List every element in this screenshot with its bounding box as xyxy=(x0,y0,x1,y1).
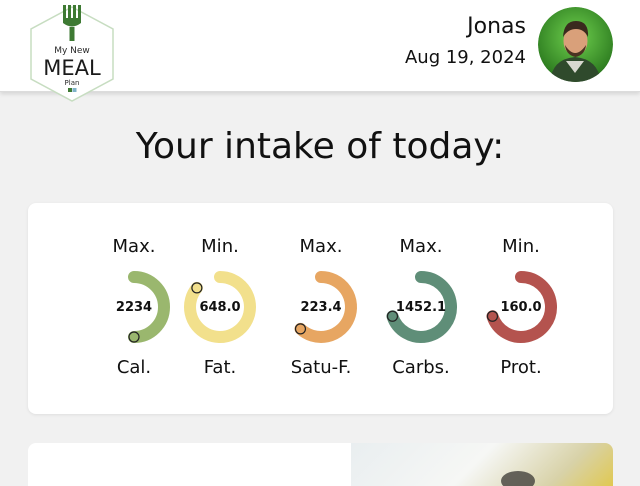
gauge-calories[interactable]: Max. 2234 Cal. xyxy=(85,203,183,414)
gauge-knob xyxy=(191,282,203,294)
logo-text-line3: Plan xyxy=(65,79,80,87)
gauge-value: 2234 xyxy=(115,300,153,315)
gauge-value: 1452.1 xyxy=(395,300,447,315)
meal-plan-logo[interactable]: My New MEAL Plan xyxy=(27,3,117,105)
gauge-knob xyxy=(128,331,140,343)
gauge-limit-label: Min. xyxy=(201,236,239,257)
gauge-protein[interactable]: Min. 160.0 Prot. xyxy=(472,203,570,414)
gauge-limit-label: Max. xyxy=(299,236,343,257)
gauge-label: Satu-F. xyxy=(290,357,352,378)
gauge-limit-label: Max. xyxy=(399,236,443,257)
meal-card[interactable] xyxy=(28,443,613,486)
user-avatar[interactable] xyxy=(538,7,613,82)
bowl-shape xyxy=(501,471,535,486)
gauge-carbs[interactable]: Max. 1452.1 Carbs. xyxy=(372,203,470,414)
current-date: Aug 19, 2024 xyxy=(404,47,526,68)
gauge-label: Cal. xyxy=(116,357,152,378)
gauge-label: Carbs. xyxy=(392,357,450,378)
meal-photo xyxy=(351,443,613,486)
gauge-knob xyxy=(294,323,307,335)
gauge-value: 648.0 xyxy=(199,300,241,315)
gauge-saturated-fat[interactable]: Max. 223.4 Satu-F. xyxy=(272,203,370,414)
gauge-limit-label: Min. xyxy=(502,236,540,257)
gauge-fat[interactable]: Min. 648.0 Fat. xyxy=(171,203,269,414)
gauge-limit-label: Max. xyxy=(112,236,156,257)
user-name[interactable]: Jonas xyxy=(467,14,526,39)
logo-text-line2: MEAL xyxy=(43,56,101,80)
gauge-label: Fat. xyxy=(203,357,237,378)
page-title: Your intake of today: xyxy=(135,126,505,167)
intake-summary-card: Max. 2234 Cal. Min. 648.0 Fat. Max. 223.… xyxy=(28,203,613,414)
gauge-label: Prot. xyxy=(500,357,542,378)
top-header: My New MEAL Plan Jonas Aug 19, 2024 xyxy=(0,0,640,102)
gauge-value: 223.4 xyxy=(300,300,342,315)
gauge-value: 160.0 xyxy=(500,300,542,315)
logo-text-line1: My New xyxy=(54,46,90,56)
